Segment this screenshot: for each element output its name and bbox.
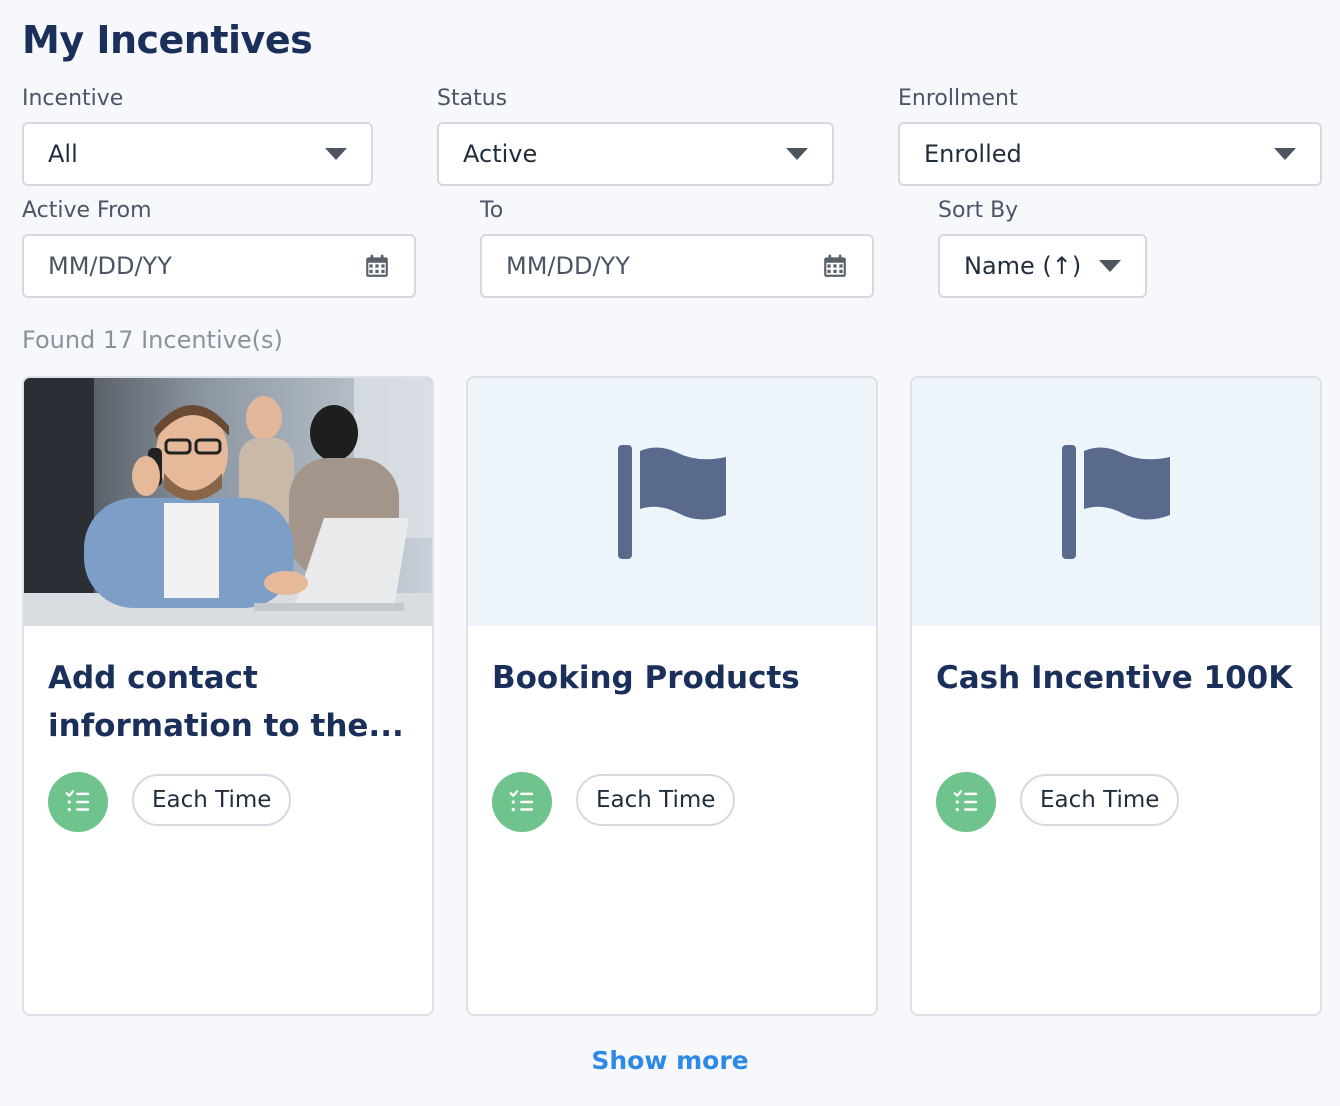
incentive-media [468,378,876,626]
calendar-icon[interactable] [364,253,390,279]
active-from-label: Active From [22,198,152,223]
to-date-input[interactable]: MM/DD/YY [480,234,874,298]
checklist-icon [48,772,108,832]
status-filter-label: Status [437,86,508,111]
frequency-chip: Each Time [1020,774,1180,826]
incentive-select[interactable]: All [22,122,373,186]
flag-icon [618,445,726,559]
calendar-icon[interactable] [822,253,848,279]
incentive-card-title[interactable]: Add contact information to the... [48,654,408,750]
active-from-date-input[interactable]: MM/DD/YY [22,234,416,298]
sort-by-value: Name (↑) [964,252,1082,280]
incentive-card[interactable]: Add contact information to the... Each T… [22,376,434,1016]
active-from-placeholder: MM/DD/YY [48,252,172,280]
chevron-down-icon [1099,260,1121,272]
office-photo-illustration [24,378,432,626]
status-select[interactable]: Active [437,122,834,186]
to-label: To [480,198,504,223]
enrollment-select[interactable]: Enrolled [898,122,1322,186]
results-count: Found 17 Incentive(s) [22,326,283,354]
checklist-icon [936,772,996,832]
sort-by-select[interactable]: Name (↑) [938,234,1147,298]
incentive-filter-label: Incentive [22,86,124,111]
show-more-link[interactable]: Show more [0,1046,1340,1075]
incentive-card-title[interactable]: Booking Products [492,654,852,702]
chevron-down-icon [1274,148,1296,160]
incentive-media [912,378,1320,626]
incentive-photo [24,378,432,626]
incentive-card-title[interactable]: Cash Incentive 100K [936,654,1296,702]
status-select-value: Active [463,140,538,168]
incentive-select-value: All [48,140,78,168]
page-title: My Incentives [22,18,313,62]
chevron-down-icon [325,148,347,160]
incentive-card[interactable]: Cash Incentive 100K Each Time [910,376,1322,1016]
incentive-card[interactable]: Booking Products Each Time [466,376,878,1016]
sort-by-label: Sort By [938,198,1019,223]
frequency-chip: Each Time [132,774,292,826]
enrollment-select-value: Enrolled [924,140,1022,168]
flag-icon [1062,445,1170,559]
to-placeholder: MM/DD/YY [506,252,630,280]
frequency-chip: Each Time [576,774,736,826]
enrollment-filter-label: Enrollment [898,86,1018,111]
chevron-down-icon [786,148,808,160]
checklist-icon [492,772,552,832]
